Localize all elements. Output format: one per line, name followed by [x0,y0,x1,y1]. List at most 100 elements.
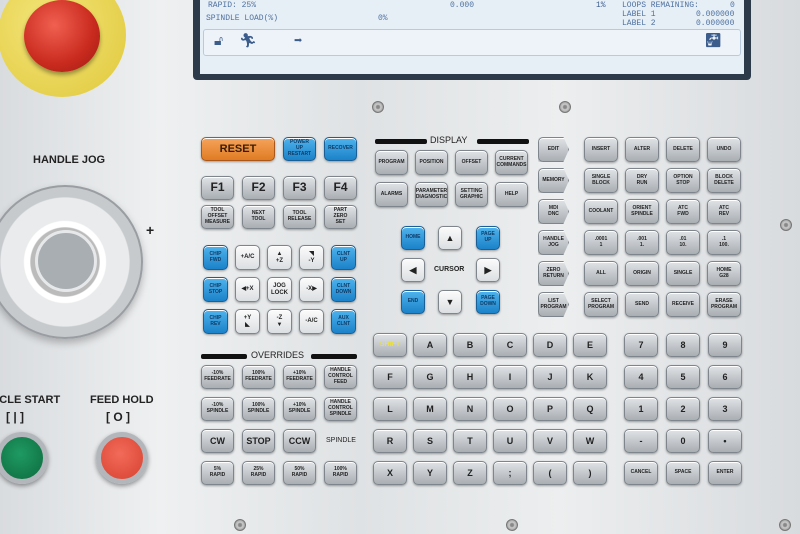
key-insert[interactable]: INSERT [584,137,618,162]
cycle-start-button[interactable] [0,432,48,484]
key-chip-fwd[interactable]: CHIP FWD [203,245,228,270]
key-1[interactable]: 1 [624,397,658,421]
key-1-100[interactable]: .1 100. [707,230,741,255]
running-man-icon[interactable]: 🏃︎ [239,33,257,51]
key-0[interactable]: 0 [666,429,700,453]
key-handle-jog[interactable]: HANDLE JOG [538,230,569,255]
key-s[interactable]: S [413,429,447,453]
key-k[interactable]: K [573,365,607,389]
key-stop[interactable]: STOP [242,429,275,453]
key-100-spindle[interactable]: 100% SPINDLE [242,397,275,421]
key-offset[interactable]: OFFSET [455,150,488,175]
key-e[interactable]: E [573,333,607,357]
key-6[interactable]: 6 [708,365,742,389]
key-zero-return[interactable]: ZERO RETURN [538,261,569,286]
key-symbol[interactable]: - [624,429,658,453]
key-send[interactable]: SEND [625,292,659,317]
key-alarms[interactable]: ALARMS [375,182,408,207]
key-undo[interactable]: UNDO [707,137,741,162]
key-program[interactable]: PROGRAM [375,150,408,175]
arrow-right-icon[interactable]: ➡ [294,33,302,51]
page-up-key[interactable]: PAGE UP [476,226,500,250]
key-symbol[interactable]: • [708,429,742,453]
feed-hold-button[interactable] [96,432,148,484]
key-home-g28[interactable]: HOME G28 [707,261,741,286]
key-alter[interactable]: ALTER [625,137,659,162]
key-a-c[interactable]: -A/C [299,309,324,334]
coolant-tap-icon[interactable]: 🚰︎ [704,33,722,51]
key-setting-graphic[interactable]: SETTING GRAPHIC [455,182,488,207]
emergency-stop-button[interactable] [24,0,100,72]
key-5-rapid[interactable]: 5% RAPID [201,461,234,485]
key-001-1[interactable]: .001 1. [625,230,659,255]
key-h[interactable]: H [453,365,487,389]
key-4[interactable]: 4 [624,365,658,389]
unlock-icon[interactable]: 🔓︎ [214,33,223,51]
key-i[interactable]: I [493,365,527,389]
key-10-feedrate[interactable]: +10% FEEDRATE [283,365,316,389]
key-b[interactable]: B [453,333,487,357]
key-d[interactable]: D [533,333,567,357]
cursor-down-key[interactable]: ▼ [438,290,462,314]
key-g[interactable]: G [413,365,447,389]
key-reset[interactable]: RESET [201,137,275,161]
key-select-program[interactable]: SELECT PROGRAM [584,292,618,317]
key-10-feedrate[interactable]: -10% FEEDRATE [201,365,234,389]
key-m[interactable]: M [413,397,447,421]
key-option-stop[interactable]: OPTION STOP [666,168,700,193]
page-down-key[interactable]: PAGE DOWN [476,290,500,314]
key-9[interactable]: 9 [708,333,742,357]
key-tool-offset-measure[interactable]: TOOL OFFSET MEASURE [201,205,234,229]
key-shift[interactable]: SHIFT [373,333,407,357]
key-x[interactable]: X [373,461,407,485]
key-8[interactable]: 8 [666,333,700,357]
key-25-rapid[interactable]: 25% RAPID [242,461,275,485]
key-jog-lock[interactable]: JOG LOCK [267,277,292,302]
key-a[interactable]: A [413,333,447,357]
key-handle-control-spindle[interactable]: HANDLE CONTROL SPINDLE [324,397,357,421]
cursor-left-key[interactable]: ◀ [401,258,425,282]
key-f3[interactable]: F3 [283,176,316,200]
key-5[interactable]: 5 [666,365,700,389]
key-receive[interactable]: RECEIVE [666,292,700,317]
key-cancel[interactable]: CANCEL [624,461,658,485]
key-single-block[interactable]: SINGLE BLOCK [584,168,618,193]
key-chip-rev[interactable]: CHIP REV [203,309,228,334]
cursor-right-key[interactable]: ▶ [476,258,500,282]
key-c[interactable]: C [493,333,527,357]
key-symbol[interactable]: ( [533,461,567,485]
key-edit[interactable]: EDIT [538,137,569,162]
key-atc-rev[interactable]: ATC REV [707,199,741,224]
key-x[interactable]: ◀+X [235,277,260,302]
key-r[interactable]: R [373,429,407,453]
key-10-spindle[interactable]: +10% SPINDLE [283,397,316,421]
key-aux-clnt[interactable]: AUX CLNT [331,309,356,334]
key-q[interactable]: Q [573,397,607,421]
key-cw[interactable]: CW [201,429,234,453]
key-power-up-restart[interactable]: POWER UP RESTART [283,137,316,161]
key-y[interactable]: ◥ -Y [299,245,324,270]
key-y[interactable]: Y [413,461,447,485]
key-handle-control-feed[interactable]: HANDLE CONTROL FEED [324,365,357,389]
key-o[interactable]: O [493,397,527,421]
key-u[interactable]: U [493,429,527,453]
key-single[interactable]: SINGLE [666,261,700,286]
key-symbol[interactable]: ; [493,461,527,485]
key-clnt-up[interactable]: CLNT UP [331,245,356,270]
key-part-zero-set[interactable]: PART ZERO SET [324,205,357,229]
home-key[interactable]: HOME [401,226,425,250]
key-f[interactable]: F [373,365,407,389]
key-j[interactable]: J [533,365,567,389]
key-f4[interactable]: F4 [324,176,357,200]
key-x[interactable]: -X▶ [299,277,324,302]
key-orient-spindle[interactable]: ORIENT SPINDLE [625,199,659,224]
key-recover[interactable]: RECOVER [324,137,357,161]
key-enter[interactable]: ENTER [708,461,742,485]
key-f2[interactable]: F2 [242,176,275,200]
key-w[interactable]: W [573,429,607,453]
cursor-up-key[interactable]: ▲ [438,226,462,250]
key-100-feedrate[interactable]: 100% FEEDRATE [242,365,275,389]
end-key[interactable]: END [401,290,425,314]
key-next-tool[interactable]: NEXT TOOL [242,205,275,229]
key-block-delete[interactable]: BLOCK DELETE [707,168,741,193]
